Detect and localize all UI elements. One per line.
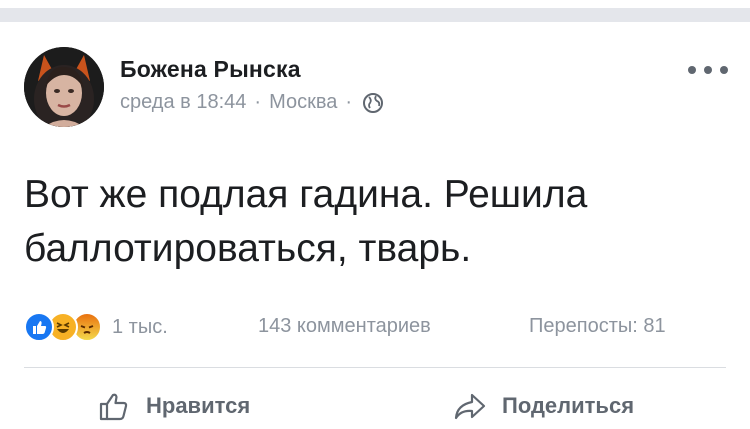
meta-separator: · [345,91,353,113]
reactions-summary[interactable]: 1 тыс. [24,310,168,344]
post-location[interactable]: Москва [269,91,337,114]
like-button[interactable]: Нравится [96,388,250,424]
feed-separator-bar [0,8,750,22]
thumbs-up-icon [99,393,128,421]
avatar[interactable] [24,47,104,127]
share-button-label: Поделиться [502,393,635,418]
top-spacer [0,0,750,8]
globe-icon[interactable] [362,92,384,114]
post-text: Вот же подлая гадина. Решила баллотирова… [24,173,588,270]
like-reaction-icon [24,312,54,342]
like-button-label: Нравится [146,393,251,418]
post-time[interactable]: среда в 18:44 [120,91,246,114]
share-button[interactable]: Поделиться [452,388,634,424]
comments-count[interactable]: 143 комментариев [258,315,431,338]
more-options-icon[interactable] [688,58,728,82]
post-meta: среда в 18:44 · Москва · [120,91,384,114]
author-name[interactable]: Божена Рынска [120,56,301,83]
actions-divider [24,367,726,368]
shares-count[interactable]: Перепосты: 81 [529,315,666,338]
more-dot [688,66,696,74]
more-dot [720,66,728,74]
share-arrow-icon [454,393,486,420]
reactions-count[interactable]: 1 тыс. [112,316,168,339]
more-dot [704,66,712,74]
meta-separator: · [254,91,262,113]
avatar-image [24,47,104,127]
